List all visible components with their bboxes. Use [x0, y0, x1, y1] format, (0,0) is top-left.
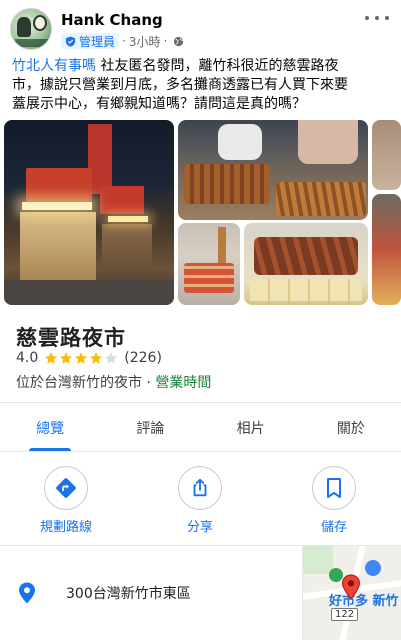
- admin-badge-label: 管理員: [79, 34, 116, 49]
- map-park-area: [303, 546, 333, 574]
- map-marker-icon: [341, 574, 361, 600]
- tab-overview[interactable]: 總覽: [0, 405, 100, 451]
- dot-icon: [365, 16, 369, 20]
- map-place-label: 好市多 新竹: [329, 594, 399, 609]
- share-label: 分享: [186, 520, 213, 535]
- post-header: Hank Chang 管理員 · 3小時 ·: [0, 0, 401, 56]
- tab-about[interactable]: 關於: [301, 405, 401, 451]
- star-full-icon: [90, 352, 103, 364]
- hours-link[interactable]: 營業時間: [155, 375, 211, 391]
- directions-circle: [44, 466, 88, 510]
- post-text: 竹北人有事嗎 社友匿名發問，離竹科很近的慈雲路夜 市，據說只營業到月底，多名攤商…: [12, 57, 394, 114]
- shield-icon: [65, 35, 76, 47]
- group-link[interactable]: 竹北人有事嗎: [12, 58, 96, 74]
- skewer-photo[interactable]: [178, 223, 240, 305]
- side-photo-bottom[interactable]: [372, 194, 401, 305]
- food-tray-photo[interactable]: [244, 223, 368, 305]
- place-tabs: 總覽 評論 相片 關於: [0, 405, 401, 451]
- star-full-icon: [75, 352, 88, 364]
- dot-icon: [375, 16, 379, 20]
- divider: [0, 451, 401, 452]
- address-row[interactable]: 300台灣新竹市東區: [0, 546, 300, 640]
- review-count: (226): [124, 350, 162, 366]
- author-name[interactable]: Hank Chang: [61, 11, 163, 29]
- share-circle: [178, 466, 222, 510]
- place-subtitle: 位於台灣新竹的夜市 · 營業時間: [16, 372, 211, 392]
- night-market-photo[interactable]: [4, 120, 174, 305]
- post-text-line-1: 社友匿名發問，離竹科很近的慈雲路夜: [96, 58, 339, 74]
- directions-icon: [56, 478, 76, 498]
- tab-photos[interactable]: 相片: [201, 405, 301, 451]
- globe-icon: [174, 36, 184, 46]
- shopping-icon: [365, 560, 381, 576]
- directions-label: 規劃路線: [39, 520, 92, 535]
- photo-collage: [0, 117, 401, 307]
- post-text-line-3: 蓋展示中心，有鄉親知道嗎？請問這是真的嗎？: [12, 96, 306, 112]
- share-button[interactable]: 分享: [155, 466, 245, 535]
- save-circle: [312, 466, 356, 510]
- meta-dot: ·: [122, 34, 126, 48]
- share-icon: [193, 478, 207, 497]
- rating-value: 4.0: [16, 350, 39, 366]
- star-full-icon: [60, 352, 73, 364]
- place-title: 慈雲路夜市: [16, 326, 126, 350]
- subtitle-separator: ·: [142, 375, 156, 391]
- grill-photo[interactable]: [178, 120, 368, 220]
- mini-map[interactable]: 好市多 新竹 122: [302, 546, 401, 640]
- route-number-badge: 122: [331, 608, 359, 621]
- save-button[interactable]: 儲存: [289, 466, 379, 535]
- side-photo-top[interactable]: [372, 120, 401, 190]
- tab-reviews[interactable]: 評論: [100, 405, 200, 451]
- star-full-icon: [45, 352, 58, 364]
- post-meta: 管理員 · 3小時 ·: [61, 33, 184, 49]
- rating-stars: [44, 351, 119, 365]
- more-options-button[interactable]: [365, 8, 389, 28]
- place-category: 位於台灣新竹的夜市: [16, 375, 142, 391]
- post-time[interactable]: 3小時: [129, 33, 161, 50]
- location-pin-icon: [19, 582, 35, 604]
- action-buttons: 規劃路線 分享 儲存: [0, 466, 401, 536]
- author-avatar[interactable]: [10, 8, 52, 50]
- divider: [0, 402, 401, 403]
- save-label: 儲存: [320, 520, 347, 535]
- admin-badge: 管理員: [61, 33, 120, 49]
- star-empty-icon: [105, 352, 118, 364]
- post-text-line-2: 市，據說只營業到月底，多名攤商透露已有人買下來要: [12, 77, 348, 93]
- dot-icon: [385, 16, 389, 20]
- meta-dot: ·: [163, 34, 168, 48]
- directions-button[interactable]: 規劃路線: [21, 466, 111, 535]
- bookmark-icon: [327, 478, 341, 498]
- rating-row[interactable]: 4.0 (226): [16, 350, 162, 366]
- address-text: 300台灣新竹市東區: [66, 586, 191, 602]
